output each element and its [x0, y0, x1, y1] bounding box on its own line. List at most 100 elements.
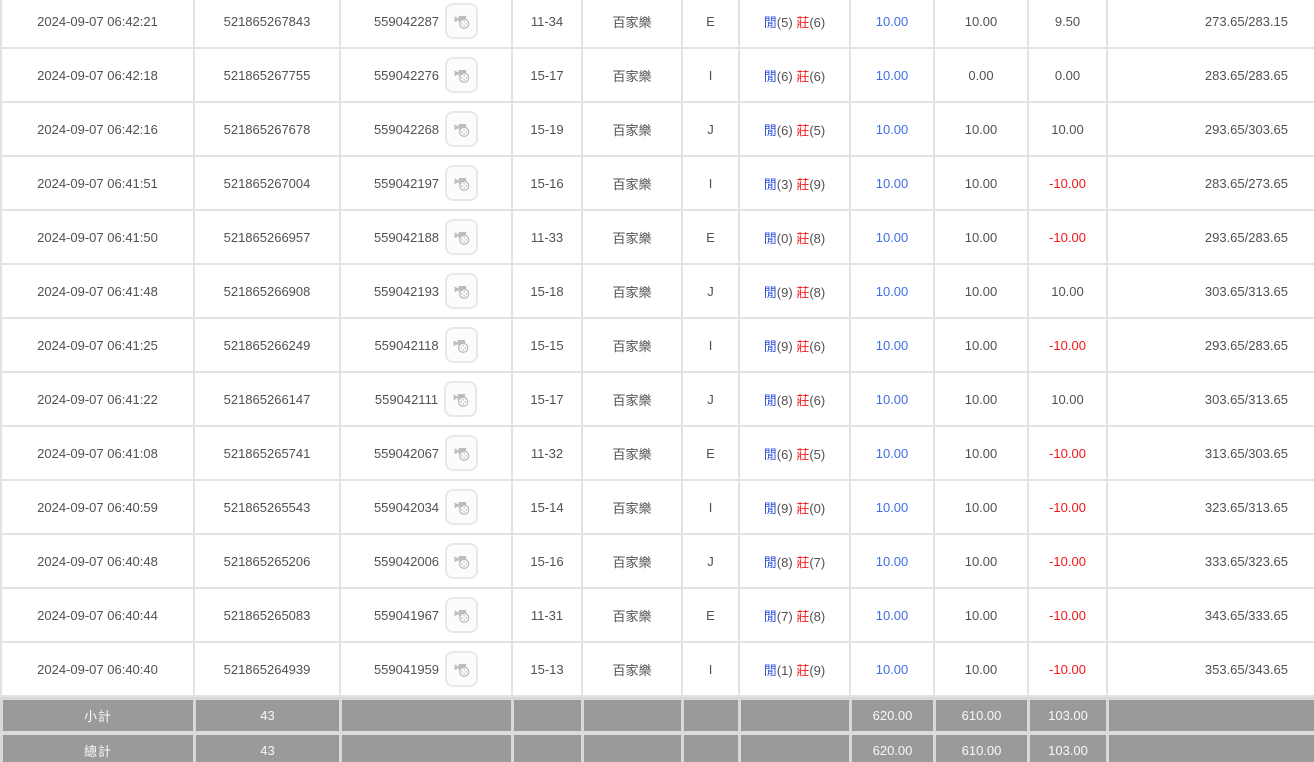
video-replay-button[interactable]	[445, 57, 478, 93]
player-points: (8)	[777, 393, 793, 408]
table-round-cell: 15-16	[512, 156, 582, 210]
bet-amount-link[interactable]: 10.00	[876, 338, 909, 353]
video-file-icon	[452, 497, 472, 517]
bet-id-cell: 521865265741	[194, 426, 340, 480]
video-replay-button[interactable]	[445, 111, 478, 147]
video-replay-button[interactable]	[445, 435, 478, 471]
table-round-cell: 15-19	[512, 102, 582, 156]
round-cell: 559042034	[340, 480, 512, 534]
video-replay-button[interactable]	[445, 597, 478, 633]
player-points: (9)	[777, 339, 793, 354]
video-replay-button[interactable]	[445, 165, 478, 201]
player-result-label: 閒	[764, 285, 777, 300]
win-loss-cell: 10.00	[1028, 372, 1107, 426]
seat-cell: J	[682, 102, 739, 156]
game-type-cell: 百家樂	[582, 642, 682, 696]
result-cell: 閒(9) 莊(0)	[739, 480, 850, 534]
video-replay-button[interactable]	[444, 381, 477, 417]
seat-cell: J	[682, 534, 739, 588]
video-file-icon	[452, 227, 472, 247]
game-type-cell: 百家樂	[582, 210, 682, 264]
bet-amount-link[interactable]: 10.00	[876, 14, 909, 29]
bet-amount-link[interactable]: 10.00	[876, 68, 909, 83]
bet-id-cell: 521865267755	[194, 48, 340, 102]
video-replay-button[interactable]	[445, 3, 478, 39]
round-id: 559041959	[374, 662, 439, 677]
video-replay-button[interactable]	[445, 543, 478, 579]
balance-cell: 283.65/273.65	[1107, 156, 1314, 210]
bet-amount-link[interactable]: 10.00	[876, 284, 909, 299]
bet-amount-link[interactable]: 10.00	[876, 446, 909, 461]
win-loss-cell: 10.00	[1028, 102, 1107, 156]
bet-amount-cell: 10.00	[850, 480, 934, 534]
player-result-label: 閒	[764, 69, 777, 84]
bet-amount-link[interactable]: 10.00	[876, 230, 909, 245]
bet-time-cell: 2024-09-07 06:42:18	[1, 48, 194, 102]
banker-points: (0)	[809, 501, 825, 516]
bet-time-cell: 2024-09-07 06:41:51	[1, 156, 194, 210]
bet-amount-link[interactable]: 10.00	[876, 122, 909, 137]
summary-table: 小計 43 620.00 610.00 103.00 總計 43	[0, 697, 1314, 762]
round-cell: 559041959	[340, 642, 512, 696]
total-valid-bet: 610.00	[935, 733, 1029, 762]
game-type-cell: 百家樂	[582, 588, 682, 642]
win-loss-cell: -10.00	[1028, 426, 1107, 480]
bet-amount-cell: 10.00	[850, 372, 934, 426]
player-result-label: 閒	[764, 393, 777, 408]
empty-cell	[740, 733, 851, 762]
round-cell: 559042197	[340, 156, 512, 210]
video-replay-button[interactable]	[445, 327, 478, 363]
banker-points: (9)	[809, 663, 825, 678]
bet-amount-link[interactable]: 10.00	[876, 608, 909, 623]
total-count: 43	[195, 733, 341, 762]
bet-amount-cell: 10.00	[850, 264, 934, 318]
banker-result-label: 莊	[796, 15, 809, 30]
player-points: (6)	[777, 69, 793, 84]
bet-amount-link[interactable]: 10.00	[876, 554, 909, 569]
game-type-cell: 百家樂	[582, 318, 682, 372]
bet-amount-link[interactable]: 10.00	[876, 662, 909, 677]
table-round-cell: 11-34	[512, 0, 582, 48]
video-file-icon	[452, 605, 472, 625]
valid-bet-cell: 10.00	[934, 534, 1028, 588]
banker-result-label: 莊	[796, 285, 809, 300]
table-row: 2024-09-07 06:40:40 521865264939 5590419…	[1, 642, 1314, 696]
round-id: 559042111	[375, 392, 438, 407]
bet-amount-link[interactable]: 10.00	[876, 392, 909, 407]
balance-cell: 293.65/303.65	[1107, 102, 1314, 156]
player-result-label: 閒	[764, 339, 777, 354]
video-replay-button[interactable]	[445, 219, 478, 255]
bet-amount-cell: 10.00	[850, 318, 934, 372]
balance-cell: 273.65/283.15	[1107, 0, 1314, 48]
bet-amount-link[interactable]: 10.00	[876, 500, 909, 515]
round-id: 559042034	[374, 500, 439, 515]
banker-result-label: 莊	[796, 69, 809, 84]
round-id: 559042067	[374, 446, 439, 461]
table-row: 2024-09-07 06:40:48 521865265206 5590420…	[1, 534, 1314, 588]
banker-result-label: 莊	[796, 393, 809, 408]
table-round-cell: 15-17	[512, 48, 582, 102]
round-cell: 559042268	[340, 102, 512, 156]
game-type-cell: 百家樂	[582, 534, 682, 588]
video-replay-button[interactable]	[445, 651, 478, 687]
seat-cell: J	[682, 372, 739, 426]
player-result-label: 閒	[764, 447, 777, 462]
result-cell: 閒(5) 莊(6)	[739, 0, 850, 48]
video-replay-button[interactable]	[445, 489, 478, 525]
bet-time-cell: 2024-09-07 06:40:40	[1, 642, 194, 696]
valid-bet-cell: 10.00	[934, 480, 1028, 534]
game-type-cell: 百家樂	[582, 102, 682, 156]
player-points: (9)	[777, 501, 793, 516]
bet-amount-link[interactable]: 10.00	[876, 176, 909, 191]
total-bet: 620.00	[851, 733, 935, 762]
win-loss-cell: -10.00	[1028, 156, 1107, 210]
bet-time-cell: 2024-09-07 06:42:16	[1, 102, 194, 156]
banker-points: (8)	[809, 609, 825, 624]
player-result-label: 閒	[764, 231, 777, 246]
round-cell: 559042188	[340, 210, 512, 264]
video-replay-button[interactable]	[445, 273, 478, 309]
bet-id-cell: 521865267843	[194, 0, 340, 48]
video-file-icon	[452, 11, 472, 31]
empty-cell	[341, 699, 513, 734]
round-cell: 559041967	[340, 588, 512, 642]
